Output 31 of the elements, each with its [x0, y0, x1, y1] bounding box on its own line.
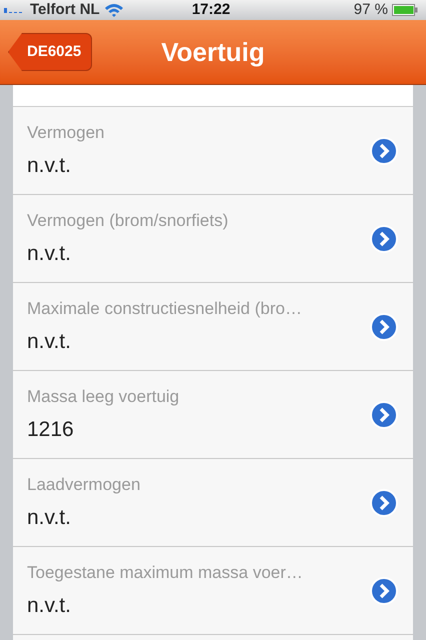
- chevron-icon[interactable]: [369, 136, 399, 166]
- list-row[interactable]: Vermogen (brom/snorfiets) n.v.t.: [13, 195, 413, 283]
- nav-title: Voertuig: [161, 36, 265, 68]
- row-label: Vermogen: [27, 122, 106, 144]
- row-value: n.v.t.: [27, 240, 72, 266]
- clock: 17:22: [190, 0, 232, 20]
- list-row[interactable]: Massa leeg voertuig 1216: [13, 371, 413, 459]
- wifi-icon: [104, 3, 124, 17]
- chevron-icon[interactable]: [369, 576, 399, 606]
- carrier-name: Telfort NL: [30, 0, 100, 20]
- list-row[interactable]: Maximale constructiesnelheid (bro… n.v.t.: [13, 283, 413, 371]
- row-label: Vermogen (brom/snorfiets): [27, 210, 230, 232]
- row-value: n.v.t.: [27, 504, 72, 530]
- battery-icon: [392, 4, 418, 16]
- row-label: Massa leeg voertuig: [27, 386, 180, 408]
- row-label: Toegestane maximum massa voer…: [27, 562, 304, 584]
- row-value: n.v.t.: [27, 152, 72, 178]
- chevron-icon[interactable]: [369, 224, 399, 254]
- list-row[interactable]: Laadvermogen n.v.t.: [13, 459, 413, 547]
- row-label: Maximale constructiesnelheid (bro…: [27, 298, 303, 320]
- row-value: n.v.t.: [27, 592, 72, 618]
- battery-percent: 97 %: [354, 0, 388, 20]
- row-label: Laadvermogen: [27, 474, 142, 496]
- list-row[interactable]: Toegestane maximum massa voer… n.v.t.: [13, 547, 413, 635]
- row-value: n.v.t.: [27, 328, 72, 354]
- row-value: 1216: [27, 416, 75, 442]
- chevron-icon[interactable]: [369, 312, 399, 342]
- list-row[interactable]: Vermogen n.v.t.: [13, 107, 413, 195]
- back-button[interactable]: DE6025: [8, 33, 92, 71]
- chevron-icon[interactable]: [369, 400, 399, 430]
- chevron-icon[interactable]: [369, 488, 399, 518]
